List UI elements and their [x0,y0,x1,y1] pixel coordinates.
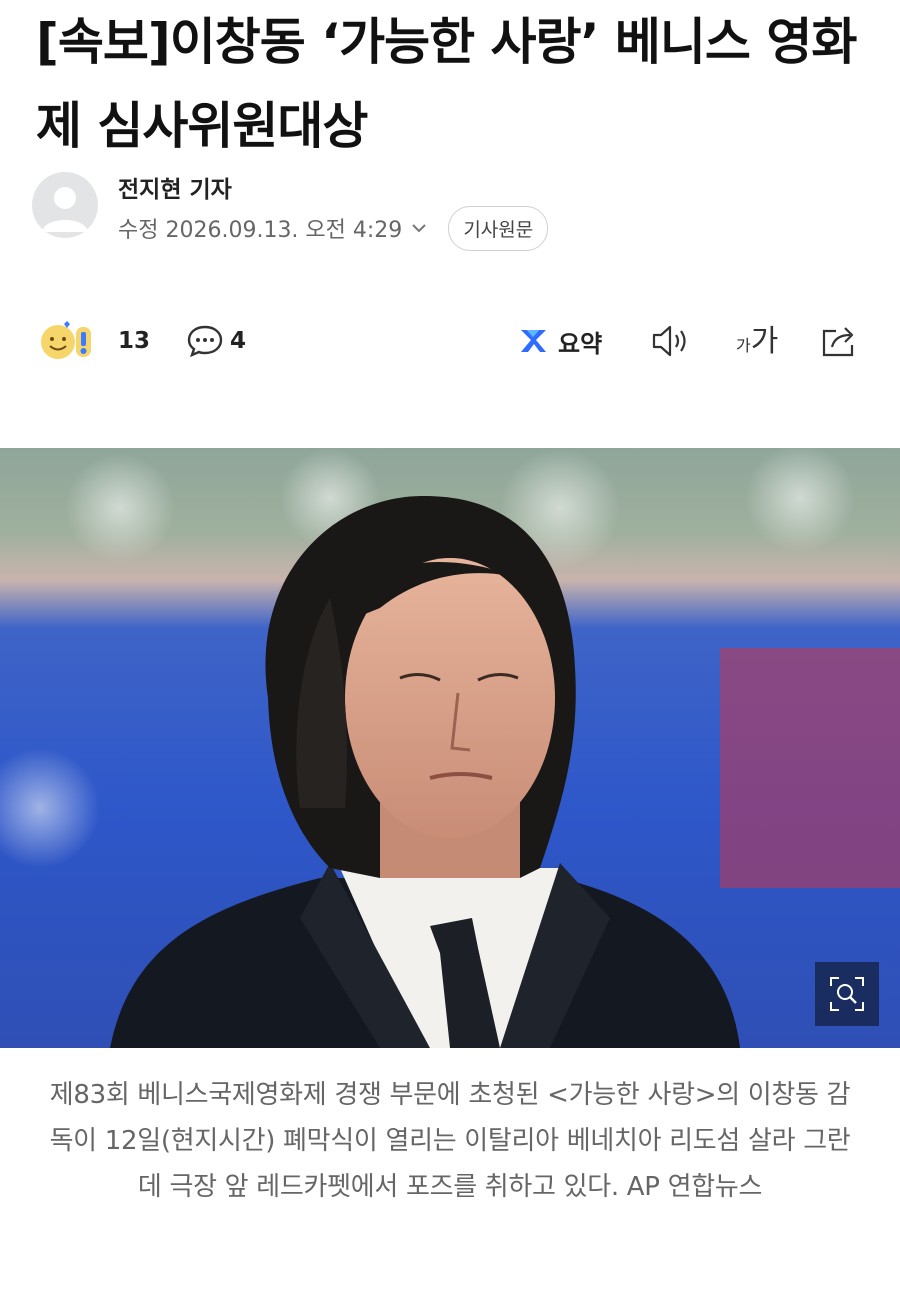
reporter-avatar[interactable] [32,172,98,238]
speaker-icon [652,325,686,357]
photo-zoom-button[interactable] [815,962,879,1026]
comment-button[interactable]: 4 [186,316,246,366]
original-article-button[interactable]: 기사원문 [448,205,549,251]
meta-row: 수정 2026.09.13. 오전 4:29 기사원문 [118,205,549,251]
magnifier-zoom-icon [830,977,864,1011]
font-size-button[interactable]: 가 가 [736,316,778,366]
reaction-count: 13 [118,328,151,354]
share-icon [822,327,854,357]
byline: 전지현 기자 수정 2026.09.13. 오전 4:29 기사원문 [32,170,872,251]
chevron-down-icon[interactable] [410,219,428,237]
summary-button[interactable]: 요약 [518,316,602,366]
reporter-name[interactable]: 전지현 기자 [118,170,232,204]
article-photo[interactable] [0,448,900,1048]
font-size-large-glyph: 가 [750,324,779,359]
listen-button[interactable] [650,316,692,366]
article-headline: [속보]이창동 ‘가능한 사랑’ 베니스 영화제 심사위원대상 [36,13,857,155]
photo-caption: 제83회 베니스국제영화제 경쟁 부문에 초청된 <가능한 사랑>의 이창동 감… [49,1080,851,1202]
ai-summary-icon [521,330,546,352]
summary-label: 요약 [558,329,603,358]
comment-bubble-icon [187,325,223,358]
portrait-illustration [0,448,900,1048]
comment-count: 4 [230,328,247,354]
reaction-emoji-icon [41,321,91,359]
share-button[interactable] [820,316,860,366]
reaction-button[interactable]: 13 [38,316,150,366]
person-icon [42,187,88,232]
font-size-small-glyph: 가 [736,336,751,355]
modified-timestamp[interactable]: 수정 2026.09.13. 오전 4:29 [118,212,402,244]
article-toolbar: 13 4 요약 가 가 [38,316,868,366]
